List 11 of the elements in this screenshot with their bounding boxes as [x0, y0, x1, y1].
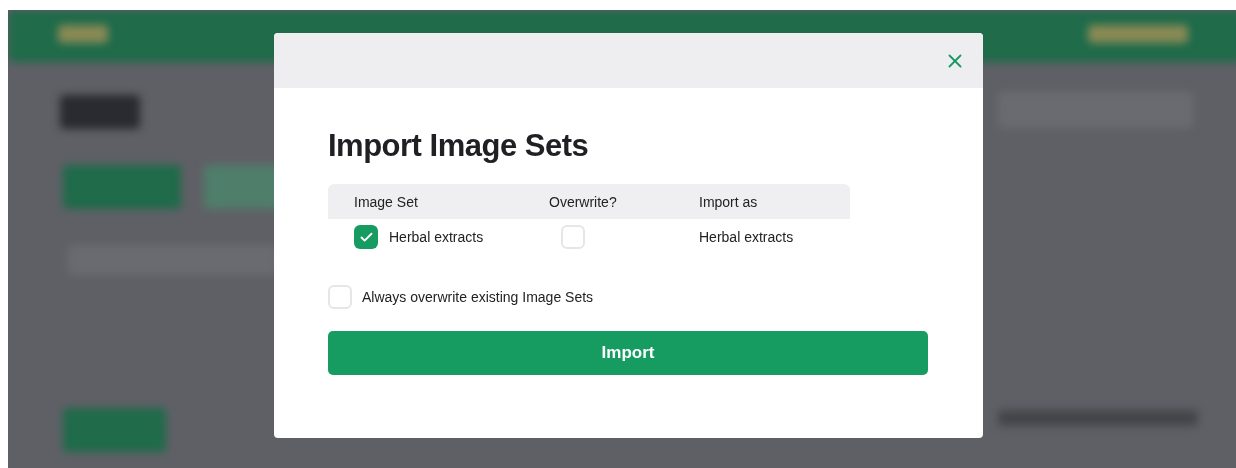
checkbox[interactable] [561, 225, 585, 249]
table-cell: Herbal extracts [699, 229, 794, 245]
column-header: Overwrite? [523, 184, 685, 219]
checkbox[interactable] [354, 225, 378, 249]
checkbox-label: Always overwrite existing Image Sets [362, 289, 594, 305]
import-button[interactable]: Import [328, 331, 928, 375]
column-header: Image Set [328, 184, 523, 219]
column-header: Import as [685, 184, 850, 219]
table-cell: Herbal extracts [389, 229, 484, 245]
checkbox[interactable] [328, 285, 352, 309]
dialog-title: Import Image Sets [328, 128, 590, 164]
